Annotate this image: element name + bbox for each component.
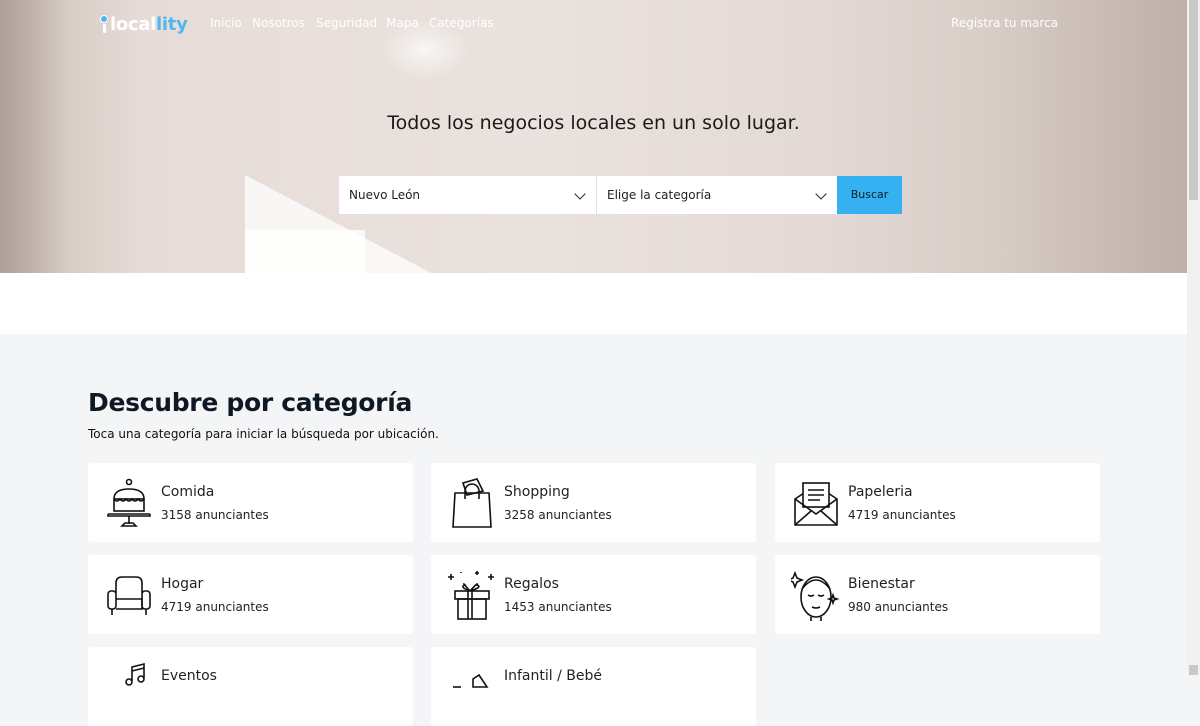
logo-text-lity: lity	[156, 13, 188, 35]
logo[interactable]: local lity	[100, 12, 188, 36]
location-select[interactable]: Nuevo León	[339, 176, 596, 214]
gift-icon	[448, 571, 494, 620]
category-name: Hogar	[161, 576, 204, 592]
hero-light-patch	[245, 230, 365, 273]
category-card-papeleria[interactable]: Papeleria 4719 anunciantes	[775, 463, 1100, 542]
category-name: Eventos	[161, 668, 217, 684]
scrollbar-thumb[interactable]	[1189, 0, 1198, 200]
category-name: Comida	[161, 484, 215, 500]
nav-link-inicio[interactable]: Inicio	[210, 16, 242, 30]
face-mask-icon	[791, 570, 840, 621]
hero-tagline: Todos los negocios locales en un solo lu…	[387, 112, 800, 134]
cake-icon	[107, 478, 151, 527]
envelope-icon	[794, 482, 838, 526]
scrollbar-end-thumb[interactable]	[1189, 665, 1198, 675]
section-subtitle: Toca una categoría para iniciar la búsqu…	[88, 427, 439, 441]
baby-icon	[453, 673, 489, 688]
category-count: 4719 anunciantes	[848, 508, 956, 522]
category-select[interactable]: Elige la categoría	[597, 176, 837, 214]
hero-banner: local lity Inicio Nosotros Seguridad Mapa…	[0, 0, 1187, 273]
category-card-regalos[interactable]: Regalos 1453 anunciantes	[431, 555, 756, 634]
category-name: Infantil / Bebé	[504, 668, 602, 684]
nav-link-seguridad[interactable]: Seguridad	[316, 16, 377, 30]
search-bar: Nuevo León Elige la categoría Buscar	[339, 176, 902, 214]
shopping-bag-icon	[452, 478, 492, 528]
chevron-down-icon	[574, 188, 586, 200]
category-count: 4719 anunciantes	[161, 600, 269, 614]
spacer-band	[0, 273, 1187, 334]
category-name: Shopping	[504, 484, 570, 500]
armchair-icon	[107, 576, 151, 615]
location-select-value: Nuevo León	[349, 188, 421, 202]
category-card-hogar[interactable]: Hogar 4719 anunciantes	[88, 555, 413, 634]
category-card-infantil[interactable]: Infantil / Bebé	[431, 647, 756, 726]
category-count: 980 anunciantes	[848, 600, 949, 614]
register-brand-link[interactable]: Registra tu marca	[951, 16, 1058, 30]
search-button[interactable]: Buscar	[837, 176, 902, 214]
hero-shade-left	[0, 0, 70, 273]
category-select-value: Elige la categoría	[607, 188, 712, 202]
chevron-down-icon	[815, 188, 827, 200]
nav-link-mapa[interactable]: Mapa	[386, 16, 419, 30]
nav-link-categorias[interactable]: Categorías	[429, 16, 494, 30]
nav-link-nosotros[interactable]: Nosotros	[252, 16, 305, 30]
category-count: 3258 anunciantes	[504, 508, 612, 522]
category-card-bienestar[interactable]: Bienestar 980 anunciantes	[775, 555, 1100, 634]
category-count: 3158 anunciantes	[161, 508, 269, 522]
category-name: Bienestar	[848, 576, 915, 592]
page-scrollbar[interactable]	[1187, 0, 1200, 675]
section-title: Descubre por categoría	[88, 388, 413, 417]
category-name: Papeleria	[848, 484, 913, 500]
category-count: 1453 anunciantes	[504, 600, 612, 614]
category-card-shopping[interactable]: Shopping 3258 anunciantes	[431, 463, 756, 542]
category-card-eventos[interactable]: Eventos	[88, 647, 413, 726]
logo-text-local: local	[110, 13, 157, 35]
category-card-comida[interactable]: Comida 3158 anunciantes	[88, 463, 413, 542]
top-nav: local lity Inicio Nosotros Seguridad Mapa…	[0, 14, 1187, 36]
hero-shade-right	[997, 0, 1187, 273]
music-notes-icon	[125, 662, 145, 686]
category-name: Regalos	[504, 576, 559, 592]
pin-icon	[100, 15, 108, 33]
